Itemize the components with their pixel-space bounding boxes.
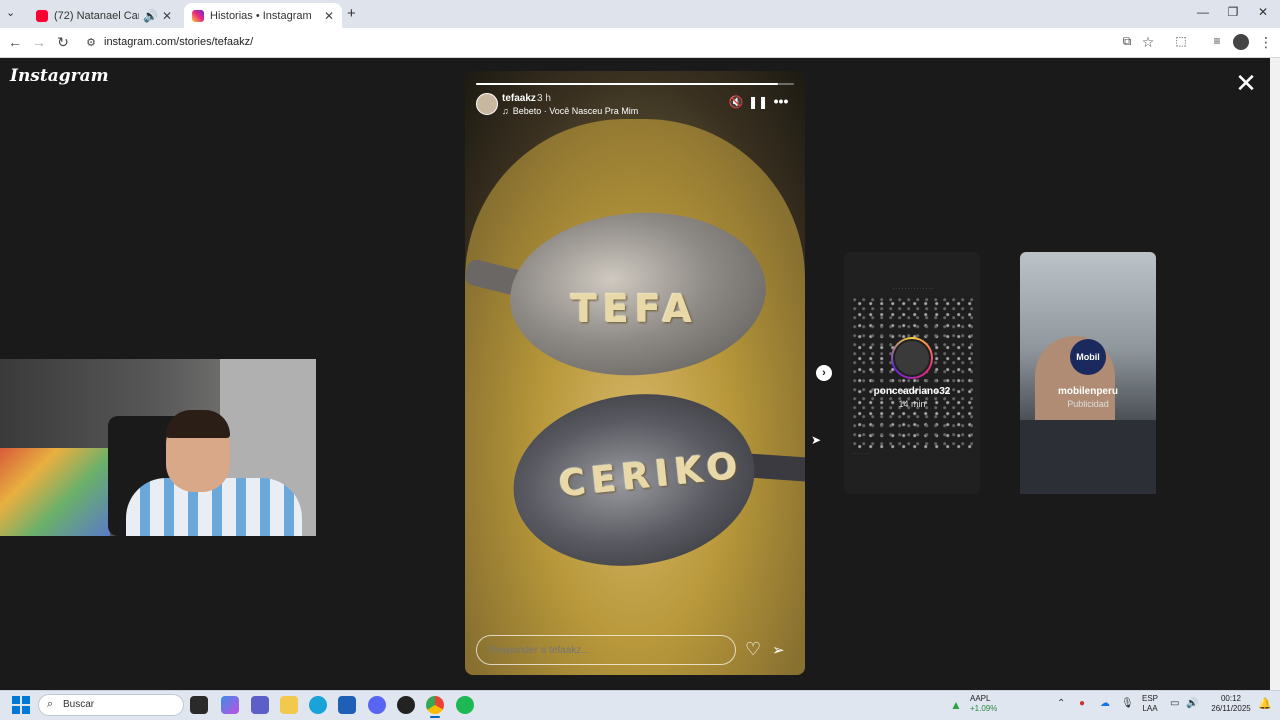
instagram-icon [192, 9, 204, 22]
close-tab-icon[interactable]: ✕ [162, 9, 172, 23]
like-heart-icon[interactable]: ♡ [745, 639, 761, 660]
webcam-background [0, 448, 110, 536]
url-field[interactable]: instagram.com/stories/tefaakz/ [104, 36, 253, 48]
ad-person-image [1020, 420, 1156, 494]
avatar[interactable] [891, 337, 933, 379]
extensions-icon[interactable]: ⬚ [1172, 34, 1190, 48]
install-icon[interactable]: ⧉ [1118, 34, 1136, 49]
chrome-icon[interactable] [426, 696, 444, 714]
new-tab-button[interactable]: + [347, 5, 356, 22]
profile-avatar[interactable] [1233, 34, 1249, 50]
task-view-icon[interactable] [190, 696, 208, 714]
clock[interactable]: 00:12 26/11/2025 [1206, 694, 1256, 714]
stock-chart-icon: ▲ [950, 698, 962, 712]
sponsored-label: Publicidad [1067, 399, 1109, 409]
mouse-cursor-icon: ➤ [811, 433, 822, 447]
volume-icon[interactable]: 🔊 [1186, 698, 1198, 709]
restore-button[interactable]: ❐ [1218, 5, 1248, 19]
network-icon[interactable]: ▭ [1170, 698, 1179, 709]
close-window-button[interactable]: ✕ [1248, 5, 1278, 19]
tray-chevron-icon[interactable]: ⌃ [1057, 698, 1065, 709]
mobil-logo[interactable]: Mobil [1070, 339, 1106, 375]
search-icon: ⌕ [47, 698, 54, 710]
close-tab-icon[interactable]: ✕ [324, 9, 334, 23]
story-progress-bar [476, 83, 794, 85]
tab-strip: ⌄ (72) Natanael Cano || BZRP 🔊 ✕ Histori… [0, 0, 1280, 28]
store-icon[interactable] [338, 696, 356, 714]
back-icon[interactable]: ← [6, 34, 24, 50]
mute-icon[interactable]: 🔇 [727, 95, 745, 109]
preview-username[interactable]: mobilenperu [1020, 386, 1156, 397]
menu-icon[interactable]: ⋮ [1257, 34, 1275, 51]
preview-time: 14 min [898, 399, 926, 409]
story-card[interactable]: TEFA CERIKO tefaakz 3 h ♫ Bebeto · Você … [465, 71, 805, 675]
tab-instagram[interactable]: Historias • Instagram ✕ [184, 3, 342, 28]
notifications-icon[interactable]: 🔔 [1258, 697, 1272, 710]
spotify-icon[interactable] [456, 696, 474, 714]
music-icon: ♫ [502, 106, 509, 116]
active-app-indicator [430, 716, 440, 718]
story-time: 3 h [537, 93, 551, 104]
tray-app-icon[interactable]: ● [1079, 698, 1085, 709]
scrollbar[interactable] [1270, 58, 1280, 690]
minimize-button[interactable]: — [1188, 5, 1218, 19]
discord-icon[interactable] [368, 696, 386, 714]
edge-icon[interactable] [309, 696, 327, 714]
media-control-icon[interactable]: ≡ [1208, 34, 1226, 48]
preview-username[interactable]: ponceadriano32 [844, 386, 980, 397]
language-indicator[interactable]: ESP LAA [1142, 694, 1158, 714]
onedrive-icon[interactable]: ☁ [1100, 698, 1110, 709]
avatar[interactable] [476, 93, 498, 115]
story-music[interactable]: ♫ Bebeto · Você Nasceu Pra Mim [502, 106, 638, 116]
file-explorer-icon[interactable] [280, 696, 298, 714]
tab-search-icon[interactable]: ⌄ [6, 6, 15, 19]
stock-widget[interactable]: AAPL +1.09% [970, 694, 997, 714]
more-options-icon[interactable]: ••• [772, 93, 790, 109]
windows-start-icon[interactable] [12, 696, 30, 714]
pasta-letters: TEFA [571, 287, 698, 331]
obs-icon[interactable] [397, 696, 415, 714]
preview-caption: · · · · · · · · · · · · · · [892, 286, 934, 292]
reload-icon[interactable]: ↻ [54, 34, 72, 51]
copilot-icon[interactable] [221, 696, 239, 714]
teams-icon[interactable] [251, 696, 269, 714]
story-username[interactable]: tefaakz [502, 93, 536, 104]
site-info-icon[interactable]: ⚙ [82, 36, 100, 49]
preview-caption: · · · · · · · · [852, 451, 871, 456]
send-icon[interactable]: ➢ [772, 641, 785, 659]
close-stories-icon[interactable]: ✕ [1234, 68, 1258, 99]
instagram-logo[interactable]: Instagram [10, 66, 109, 86]
pause-icon[interactable]: ❚❚ [748, 95, 768, 109]
tab-youtube[interactable]: (72) Natanael Cano || BZRP 🔊 ✕ [28, 3, 180, 28]
next-story-button[interactable]: › [816, 365, 832, 381]
forward-icon[interactable]: → [30, 34, 48, 50]
taskbar-search[interactable]: ⌕ Buscar [38, 694, 184, 716]
microphone-icon[interactable]: 🎙 [1121, 698, 1134, 709]
story-progress-fill [476, 83, 779, 85]
address-bar: ← → ↻ ⚙ instagram.com/stories/tefaakz/ ⧉… [0, 28, 1280, 58]
reply-input[interactable] [476, 635, 736, 665]
bookmark-star-icon[interactable]: ☆ [1139, 34, 1157, 51]
youtube-icon [36, 9, 48, 22]
speaker-icon[interactable]: 🔊 [143, 9, 158, 23]
